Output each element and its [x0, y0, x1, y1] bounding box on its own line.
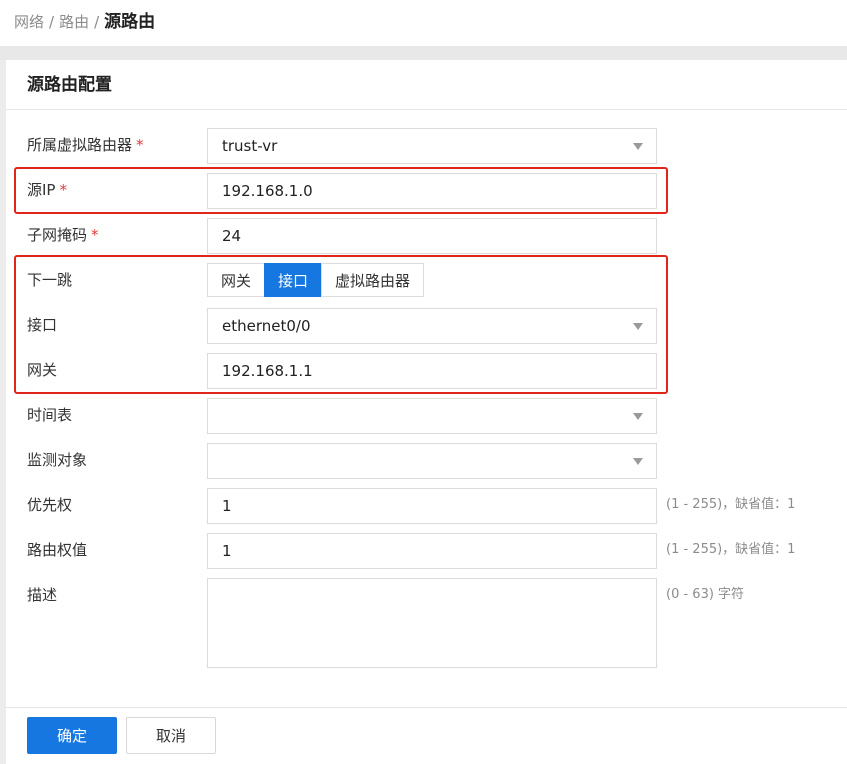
- chevron-down-icon: [633, 323, 643, 330]
- left-edge-strip: [0, 60, 6, 764]
- schedule-select[interactable]: [207, 398, 657, 434]
- gateway-input[interactable]: 192.168.1.1: [207, 353, 657, 389]
- required-mark: *: [136, 136, 144, 154]
- route-weight-value: 1: [222, 542, 232, 560]
- next-hop-segmented-control: 网关 接口 虚拟路由器: [207, 263, 425, 297]
- track-object-label: 监测对象: [27, 451, 88, 469]
- source-ip-value: 192.168.1.0: [222, 182, 313, 200]
- chevron-down-icon: [633, 458, 643, 465]
- source-ip-input[interactable]: 192.168.1.0: [207, 173, 657, 209]
- card-header-divider: [6, 109, 847, 110]
- footer-divider: [6, 707, 847, 708]
- chevron-down-icon: [633, 143, 643, 150]
- virtual-router-label: 所属虚拟路由器 *: [27, 136, 144, 154]
- header-divider-band: [0, 46, 847, 60]
- breadcrumb-separator: /: [94, 13, 100, 31]
- description-hint: (0 - 63) 字符: [666, 587, 745, 602]
- chevron-down-icon: [633, 413, 643, 420]
- virtual-router-value: trust-vr: [222, 137, 278, 155]
- confirm-button[interactable]: 确定: [27, 717, 117, 754]
- next-hop-option-virtual-router[interactable]: 虚拟路由器: [321, 263, 425, 297]
- subnet-mask-input[interactable]: 24: [207, 218, 657, 254]
- route-weight-hint: (1 - 255)，缺省值：1: [666, 542, 796, 557]
- virtual-router-select[interactable]: trust-vr: [207, 128, 657, 164]
- track-object-select[interactable]: [207, 443, 657, 479]
- breadcrumb-item-network[interactable]: 网络: [14, 13, 44, 31]
- next-hop-option-gateway[interactable]: 网关: [207, 263, 266, 297]
- breadcrumb-separator: /: [49, 13, 55, 31]
- priority-value: 1: [222, 497, 232, 515]
- gateway-value: 192.168.1.1: [222, 362, 313, 380]
- route-weight-input[interactable]: 1: [207, 533, 657, 569]
- schedule-label: 时间表: [27, 406, 73, 424]
- priority-input[interactable]: 1: [207, 488, 657, 524]
- breadcrumb-current: 源路由: [104, 12, 156, 32]
- card-title: 源路由配置: [27, 75, 112, 95]
- subnet-mask-label: 子网掩码 *: [27, 226, 99, 244]
- gateway-label: 网关: [27, 361, 58, 379]
- interface-value: ethernet0/0: [222, 317, 311, 335]
- source-ip-label: 源IP *: [27, 181, 67, 199]
- subnet-mask-value: 24: [222, 227, 242, 245]
- cancel-button[interactable]: 取消: [126, 717, 216, 754]
- interface-select[interactable]: ethernet0/0: [207, 308, 657, 344]
- description-label: 描述: [27, 586, 58, 604]
- breadcrumb: 网络 / 路由 / 源路由: [14, 10, 155, 34]
- required-mark: *: [91, 226, 99, 244]
- priority-hint: (1 - 255)，缺省值：1: [666, 497, 796, 512]
- route-weight-label: 路由权值: [27, 541, 88, 559]
- next-hop-label: 下一跳: [27, 271, 73, 289]
- breadcrumb-item-routing[interactable]: 路由: [59, 13, 89, 31]
- description-textarea[interactable]: [207, 578, 657, 668]
- priority-label: 优先权: [27, 496, 73, 514]
- required-mark: *: [59, 181, 67, 199]
- next-hop-option-interface[interactable]: 接口: [264, 263, 323, 297]
- interface-label: 接口: [27, 316, 58, 334]
